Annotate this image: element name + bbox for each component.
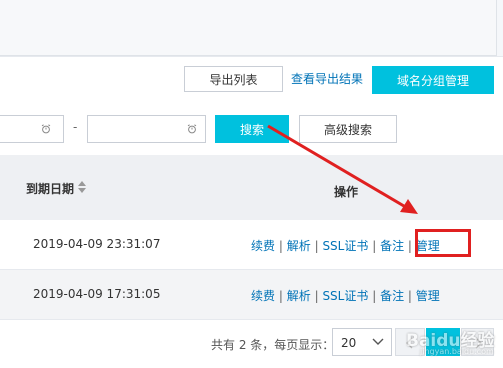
prev-page-button[interactable] bbox=[395, 328, 425, 356]
pagination-summary: 共有 2 条，每页显示： bbox=[211, 338, 335, 352]
end-date-input[interactable] bbox=[87, 115, 206, 143]
table-header bbox=[0, 155, 503, 220]
export-list-button[interactable]: 导出列表 bbox=[184, 66, 283, 92]
page-size-select[interactable]: 20 bbox=[332, 328, 392, 356]
op-separator: | bbox=[314, 239, 319, 253]
op-separator: | bbox=[372, 289, 377, 303]
chevron-right-icon bbox=[475, 337, 482, 349]
expiry-date-column-header[interactable]: 到期日期 bbox=[26, 180, 74, 197]
manage-link[interactable]: 管理 bbox=[416, 289, 440, 303]
page-1-button[interactable] bbox=[426, 328, 460, 356]
op-separator: | bbox=[278, 289, 283, 303]
op-separator: | bbox=[407, 289, 412, 303]
advanced-search-button[interactable]: 高级搜索 bbox=[299, 115, 397, 143]
page-size-value: 20 bbox=[341, 336, 357, 350]
sort-icon[interactable] bbox=[77, 180, 87, 194]
alarm-clock-icon bbox=[41, 124, 51, 134]
top-banner bbox=[0, 0, 503, 57]
row-operations: 续费 | 解析 | SSL证书 | 备注 | 管理 bbox=[251, 237, 440, 254]
dns-resolve-link[interactable]: 解析 bbox=[287, 289, 311, 303]
expiry-date-cell: 2019-04-09 17:31:05 bbox=[33, 287, 161, 301]
op-separator: | bbox=[407, 239, 412, 253]
search-button[interactable]: 搜索 bbox=[215, 115, 289, 143]
ssl-certificate-link[interactable]: SSL证书 bbox=[322, 289, 368, 303]
domain-group-manage-button[interactable]: 域名分组管理 bbox=[372, 66, 494, 94]
view-export-results-link[interactable]: 查看导出结果 bbox=[291, 70, 363, 87]
remark-link[interactable]: 备注 bbox=[380, 239, 404, 253]
row-operations: 续费 | 解析 | SSL证书 | 备注 | 管理 bbox=[251, 287, 440, 304]
alarm-clock-icon bbox=[187, 124, 197, 134]
op-separator: | bbox=[314, 289, 319, 303]
operations-column-header: 操作 bbox=[334, 185, 359, 199]
manage-highlight-box bbox=[415, 229, 471, 257]
renew-link[interactable]: 续费 bbox=[251, 289, 275, 303]
op-separator: | bbox=[278, 239, 283, 253]
chevron-down-icon bbox=[372, 338, 384, 345]
date-range-separator: - bbox=[73, 120, 78, 134]
renew-link[interactable]: 续费 bbox=[251, 239, 275, 253]
chevron-left-icon bbox=[406, 337, 413, 349]
dns-resolve-link[interactable]: 解析 bbox=[287, 239, 311, 253]
remark-link[interactable]: 备注 bbox=[380, 289, 404, 303]
top-banner-panel bbox=[0, 0, 497, 56]
expiry-date-cell: 2019-04-09 23:31:07 bbox=[33, 237, 161, 251]
ssl-certificate-link[interactable]: SSL证书 bbox=[322, 239, 368, 253]
next-page-button[interactable] bbox=[461, 328, 494, 356]
expiry-date-header-label: 到期日期 bbox=[26, 182, 75, 196]
op-separator: | bbox=[372, 239, 377, 253]
start-date-input[interactable] bbox=[0, 115, 64, 143]
